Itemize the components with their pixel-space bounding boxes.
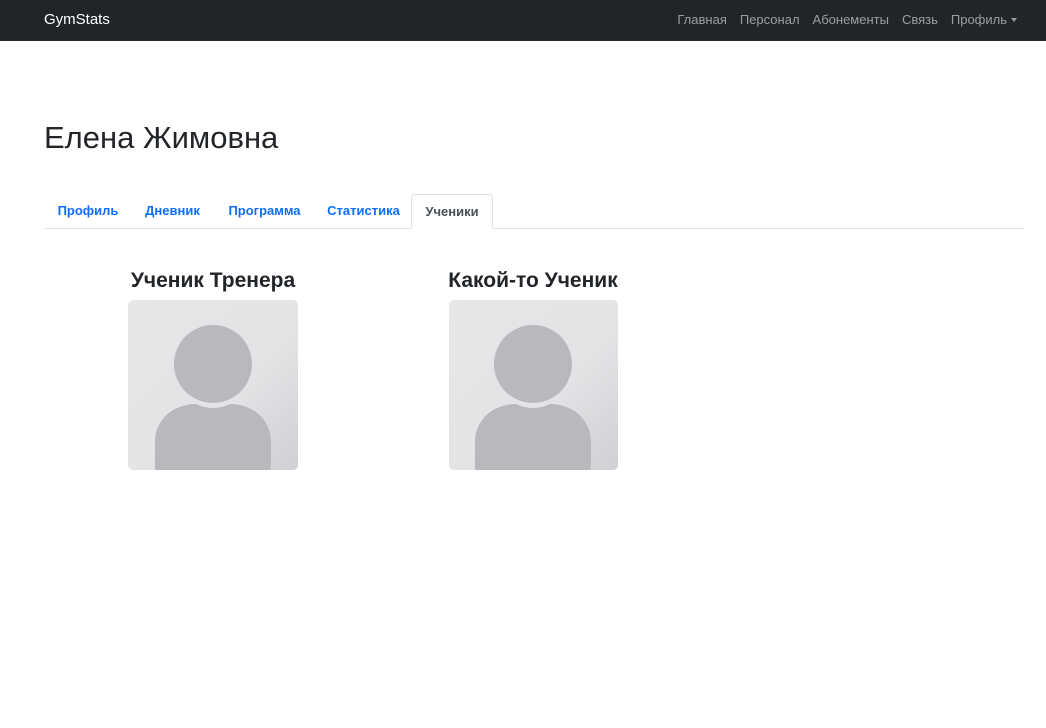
nav-dropdown-profile[interactable]: Профиль xyxy=(951,10,1017,30)
nav-link-home[interactable]: Главная xyxy=(677,10,726,30)
brand-logo-link[interactable]: GymStats xyxy=(44,10,110,30)
student-avatar[interactable] xyxy=(449,300,618,470)
nav-dropdown-profile-label: Профиль xyxy=(950,12,1007,27)
student-avatar[interactable] xyxy=(128,300,298,470)
nav-links: Главная Персонал Абонементы Связь Профил… xyxy=(677,10,1017,30)
top-navbar: GymStats Главная Персонал Абонементы Свя… xyxy=(0,0,1046,41)
page-title: Елена Жимовна xyxy=(44,120,279,155)
tab-diary[interactable]: Дневник xyxy=(132,194,213,229)
user-placeholder-icon xyxy=(128,300,298,470)
student-name: Какой-то Ученик xyxy=(448,269,618,292)
user-placeholder-icon xyxy=(449,300,618,470)
caret-down-icon xyxy=(1011,18,1017,22)
nav-link-subscriptions[interactable]: Абонементы xyxy=(813,10,889,30)
tab-profile[interactable]: Профиль xyxy=(44,194,132,229)
tab-statistics[interactable]: Статистика xyxy=(316,194,411,229)
tab-students[interactable]: Ученики xyxy=(411,194,493,229)
student-name: Ученик Тренера xyxy=(130,269,296,292)
nav-link-staff[interactable]: Персонал xyxy=(740,10,800,30)
tab-program[interactable]: Программа xyxy=(213,194,316,229)
nav-link-contact[interactable]: Связь xyxy=(902,10,938,30)
profile-tabs: Профиль Дневник Программа Статистика Уче… xyxy=(44,194,1024,229)
